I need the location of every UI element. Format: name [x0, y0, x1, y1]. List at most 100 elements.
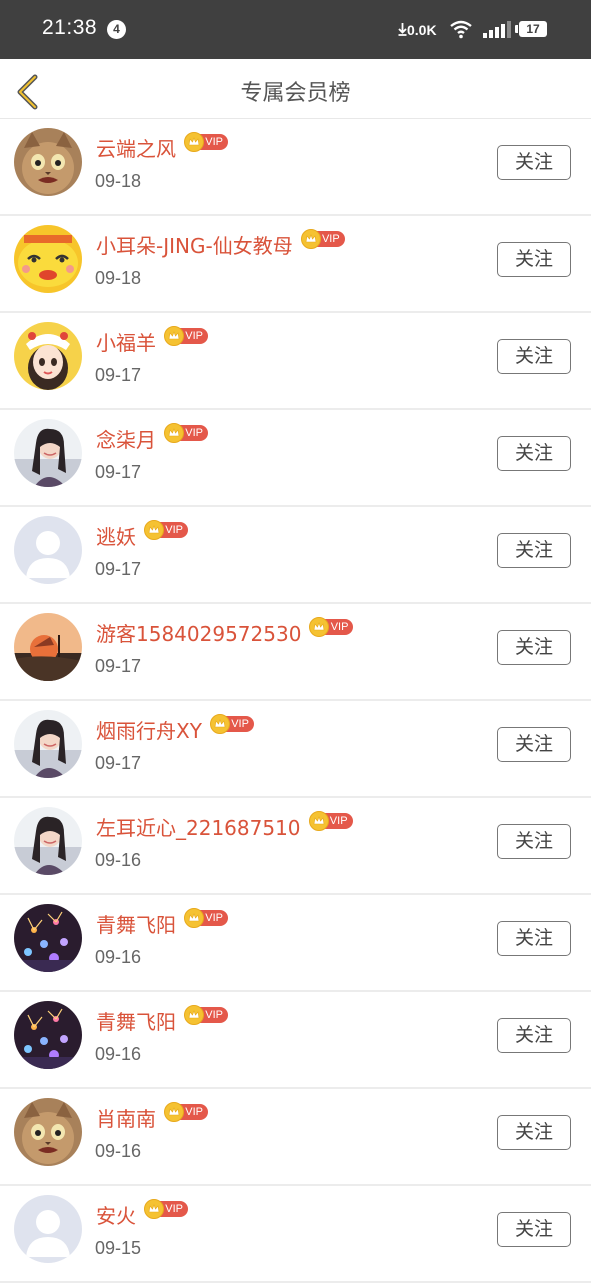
member-row[interactable]: 游客1584029572530 VIP 09-17 关注: [0, 604, 591, 701]
follow-button[interactable]: 关注: [497, 824, 571, 859]
crown-icon: [184, 132, 204, 152]
vip-badge: VIP: [164, 326, 208, 346]
member-row[interactable]: 云端之风 VIP 09-18 关注: [0, 119, 591, 216]
vip-badge: VIP: [184, 132, 228, 152]
crown-icon: [164, 1102, 184, 1122]
member-name-line: 小福羊 VIP: [96, 326, 208, 356]
follow-button[interactable]: 关注: [497, 533, 571, 568]
member-name-line: 云端之风 VIP: [96, 132, 228, 162]
follow-button[interactable]: 关注: [497, 339, 571, 374]
crown-icon: [184, 908, 204, 928]
member-row[interactable]: 青舞飞阳 VIP 09-16 关注: [0, 992, 591, 1089]
member-name[interactable]: 念柒月: [96, 424, 156, 453]
member-row[interactable]: 青舞飞阳 VIP 09-16 关注: [0, 895, 591, 992]
member-date: 09-18: [95, 268, 142, 288]
vip-badge: VIP: [209, 714, 254, 734]
follow-button[interactable]: 关注: [497, 1018, 571, 1053]
member-name-line: 青舞飞阳 VIP: [96, 908, 228, 938]
member-name-line: 游客1584029572530 VIP: [96, 617, 354, 647]
follow-button[interactable]: 关注: [497, 727, 571, 762]
battery-icon: 17: [515, 21, 547, 37]
member-name[interactable]: 肖南南: [96, 1103, 156, 1132]
crown-icon: [184, 1005, 204, 1025]
member-date: 09-17: [95, 559, 142, 579]
status-bar: 21:38 4 0.0K 17: [0, 0, 591, 59]
member-name[interactable]: 青舞飞阳: [96, 909, 176, 938]
cat-avatar[interactable]: [14, 1098, 82, 1166]
net-speed-value: 0.0K: [407, 22, 437, 38]
fireworks-avatar[interactable]: [14, 904, 82, 972]
yellow-cartoon-avatar[interactable]: [14, 225, 82, 293]
member-row[interactable]: 左耳近心_221687510 VIP 09-16 关注: [0, 798, 591, 895]
follow-button[interactable]: 关注: [497, 145, 571, 180]
vip-badge: VIP: [300, 229, 345, 249]
crown-icon: [308, 811, 329, 831]
member-row[interactable]: 小福羊 VIP 09-17 关注: [0, 313, 591, 410]
girl-photo-avatar[interactable]: [14, 419, 82, 487]
member-name[interactable]: 安火: [96, 1200, 136, 1229]
member-row[interactable]: 安火 VIP 09-15 关注: [0, 1186, 591, 1283]
crown-icon: [300, 229, 321, 249]
page-title: 专属会员榜: [240, 81, 351, 106]
member-date: 09-15: [95, 1238, 142, 1258]
vip-badge: VIP: [308, 811, 353, 831]
member-name-line: 肖南南 VIP: [96, 1102, 208, 1132]
follow-button[interactable]: 关注: [497, 242, 571, 277]
member-date: 09-17: [95, 365, 142, 385]
member-date: 09-16: [95, 850, 142, 870]
member-date: 09-16: [95, 1044, 142, 1064]
member-row[interactable]: 逃妖 VIP 09-17 关注: [0, 507, 591, 604]
member-name-line: 左耳近心_221687510 VIP: [96, 811, 353, 841]
member-name[interactable]: 游客1584029572530: [96, 618, 301, 647]
member-name-line: 逃妖 VIP: [96, 520, 188, 550]
crown-icon: [144, 1199, 164, 1219]
member-name-line: 安火 VIP: [96, 1199, 188, 1229]
member-name-line: 烟雨行舟XY VIP: [96, 714, 254, 744]
girl-photo-avatar[interactable]: [14, 807, 82, 875]
vip-badge: VIP: [309, 617, 354, 637]
member-name[interactable]: 逃妖: [96, 521, 136, 550]
vip-badge: VIP: [184, 1005, 228, 1025]
girl-photo-avatar[interactable]: [14, 710, 82, 778]
member-date: 09-18: [95, 171, 142, 191]
follow-button[interactable]: 关注: [497, 630, 571, 665]
follow-button[interactable]: 关注: [497, 436, 571, 471]
member-name-line: 念柒月 VIP: [96, 423, 208, 453]
notification-count-badge: 4: [107, 20, 126, 39]
member-date: 09-17: [95, 753, 142, 773]
member-list: 云端之风 VIP 09-18 关注 小耳朵-JING-仙女教母 VIP 09-1…: [0, 119, 591, 1283]
member-name[interactable]: 云端之风: [96, 133, 176, 162]
default-user-avatar[interactable]: [14, 1195, 82, 1263]
member-row[interactable]: 念柒月 VIP 09-17 关注: [0, 410, 591, 507]
member-row[interactable]: 肖南南 VIP 09-16 关注: [0, 1089, 591, 1186]
member-name[interactable]: 烟雨行舟XY: [96, 715, 202, 744]
member-name[interactable]: 小耳朵-JING-仙女教母: [96, 230, 293, 259]
cat-avatar[interactable]: [14, 128, 82, 196]
follow-button[interactable]: 关注: [497, 1212, 571, 1247]
member-row[interactable]: 烟雨行舟XY VIP 09-17 关注: [0, 701, 591, 798]
member-name-line: 小耳朵-JING-仙女教母 VIP: [96, 229, 345, 259]
header: 专属会员榜: [0, 59, 591, 119]
member-name-line: 青舞飞阳 VIP: [96, 1005, 228, 1035]
member-name[interactable]: 左耳近心_221687510: [96, 812, 301, 841]
default-user-avatar[interactable]: [14, 516, 82, 584]
member-date: 09-16: [95, 1141, 142, 1161]
vip-badge: VIP: [144, 1199, 188, 1219]
status-time: 21:38: [42, 16, 98, 39]
member-date: 09-16: [95, 947, 142, 967]
member-name[interactable]: 青舞飞阳: [96, 1006, 176, 1035]
vip-badge: VIP: [164, 423, 208, 443]
signal-icon: [483, 21, 511, 38]
wifi-icon: [450, 20, 472, 39]
vip-badge: VIP: [184, 908, 228, 928]
follow-button[interactable]: 关注: [497, 921, 571, 956]
member-date: 09-17: [95, 462, 142, 482]
fireworks-avatar[interactable]: [14, 1001, 82, 1069]
follow-button[interactable]: 关注: [497, 1115, 571, 1150]
crown-icon: [164, 326, 184, 346]
sunset-avatar[interactable]: [14, 613, 82, 681]
cartoon-girl-avatar[interactable]: [14, 322, 82, 390]
member-name[interactable]: 小福羊: [96, 327, 156, 356]
member-row[interactable]: 小耳朵-JING-仙女教母 VIP 09-18 关注: [0, 216, 591, 313]
crown-icon: [209, 714, 230, 734]
